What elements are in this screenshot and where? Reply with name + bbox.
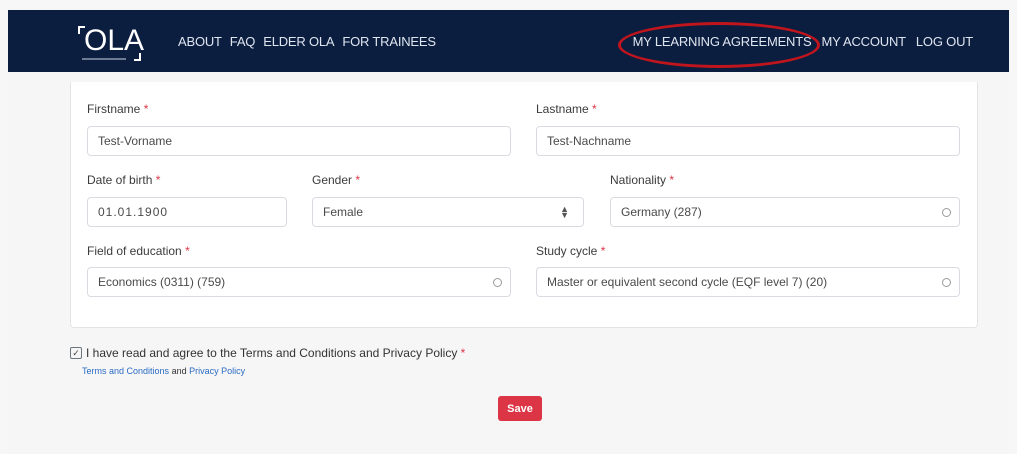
- study-cycle-select[interactable]: Master or equivalent second cycle (EQF l…: [536, 267, 960, 297]
- nav-my-learning-agreements[interactable]: MY LEARNING AGREEMENTS: [633, 34, 812, 49]
- required-asterisk: *: [460, 346, 466, 360]
- date-of-birth-input[interactable]: 01.01.1900: [87, 197, 287, 227]
- field-of-education-select[interactable]: Economics (0311) (759): [87, 267, 511, 297]
- nationality-label-text: Nationality: [610, 173, 667, 187]
- gender-select-value: Female: [323, 205, 364, 219]
- select-indicator-icon: [942, 278, 951, 287]
- and-text: and: [171, 366, 187, 376]
- nav-elder-ola[interactable]: ELDER OLA: [263, 34, 334, 49]
- save-button[interactable]: Save: [498, 396, 542, 421]
- gender-select[interactable]: Female ▲ ▼: [312, 197, 584, 227]
- agreement-links: Terms and Conditions and Privacy Policy: [82, 366, 245, 376]
- agreement-text-content: I have read and agree to the Terms and C…: [86, 346, 458, 360]
- agreement-checkbox[interactable]: ✓: [70, 347, 82, 359]
- nav-right: MY LEARNING AGREEMENTS MY ACCOUNT LOG OU…: [633, 34, 974, 49]
- required-asterisk: *: [355, 173, 361, 187]
- personal-data-form: Firstname * Test-Vorname Lastname * Test…: [70, 82, 978, 328]
- firstname-label-text: Firstname: [87, 102, 141, 116]
- firstname-label: Firstname *: [87, 102, 148, 116]
- nav-for-trainees[interactable]: FOR TRAINEES: [342, 34, 436, 49]
- select-indicator-icon: [942, 208, 951, 217]
- nav-left: ABOUT FAQ ELDER OLA FOR TRAINEES: [178, 34, 444, 49]
- terms-and-conditions-link[interactable]: Terms and Conditions: [82, 366, 169, 376]
- field-of-education-label-text: Field of education: [87, 244, 182, 258]
- logo-tagline: [82, 58, 126, 60]
- logo-bracket-bottom: [134, 53, 141, 61]
- agreement-row: ✓ I have read and agree to the Terms and…: [70, 346, 465, 360]
- nationality-select-value: Germany (287): [621, 205, 702, 219]
- study-cycle-label-text: Study cycle: [536, 244, 598, 258]
- ola-logo[interactable]: OLA: [78, 24, 148, 62]
- required-asterisk: *: [155, 173, 161, 187]
- study-cycle-value: Master or equivalent second cycle (EQF l…: [547, 275, 828, 289]
- lastname-label-text: Lastname: [536, 102, 589, 116]
- nationality-select[interactable]: Germany (287): [610, 197, 960, 227]
- select-indicator-icon: [493, 278, 502, 287]
- top-navbar: OLA ABOUT FAQ ELDER OLA FOR TRAINEES MY …: [8, 10, 1009, 72]
- privacy-policy-link[interactable]: Privacy Policy: [189, 366, 245, 376]
- lastname-label: Lastname *: [536, 102, 597, 116]
- nav-faq[interactable]: FAQ: [230, 34, 256, 49]
- field-of-education-label: Field of education *: [87, 244, 190, 258]
- lastname-input[interactable]: Test-Nachname: [536, 126, 960, 156]
- firstname-input[interactable]: Test-Vorname: [87, 126, 511, 156]
- field-of-education-value: Economics (0311) (759): [98, 275, 226, 289]
- required-asterisk: *: [592, 102, 597, 116]
- agreement-text: I have read and agree to the Terms and C…: [86, 346, 465, 360]
- required-asterisk: *: [143, 102, 149, 116]
- study-cycle-label: Study cycle *: [536, 244, 605, 258]
- select-caret-icon: ▲ ▼: [560, 204, 569, 220]
- gender-label-text: Gender: [312, 173, 353, 187]
- nav-my-account[interactable]: MY ACCOUNT: [821, 34, 906, 49]
- required-asterisk: *: [669, 173, 675, 187]
- required-asterisk: *: [185, 244, 190, 258]
- gender-label: Gender *: [312, 173, 360, 187]
- nationality-label: Nationality *: [610, 173, 674, 187]
- nav-log-out[interactable]: LOG OUT: [916, 34, 973, 49]
- date-of-birth-label: Date of birth *: [87, 173, 160, 187]
- date-of-birth-label-text: Date of birth: [87, 173, 153, 187]
- required-asterisk: *: [600, 244, 606, 258]
- nav-about[interactable]: ABOUT: [178, 34, 222, 49]
